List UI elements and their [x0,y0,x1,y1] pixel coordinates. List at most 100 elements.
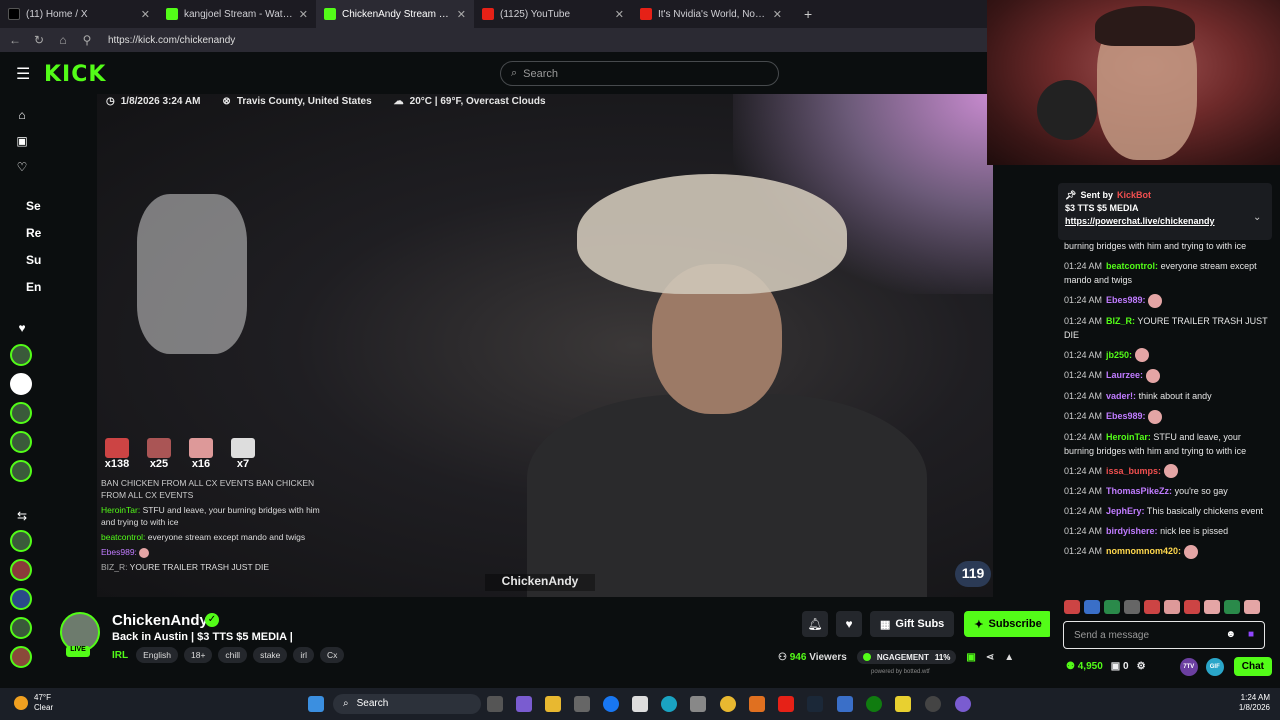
chat-username[interactable]: JephEry: [1106,506,1145,516]
share-icon[interactable]: ⋖ [986,652,994,663]
chat-username[interactable]: nomnomnom420: [1106,546,1181,556]
vlc-icon[interactable] [749,696,765,712]
calculator-icon[interactable] [690,696,706,712]
recent-emote[interactable] [1244,600,1260,614]
reload-icon[interactable]: ↻ [32,33,46,47]
chevron-down-icon[interactable]: ⌄ [1253,212,1261,223]
url-field[interactable]: https://kick.com/chickenandy [108,35,235,46]
chat-input[interactable]: Send a message ☻ ■ [1063,621,1265,649]
chat-username[interactable]: HeroinTar: [1106,432,1151,442]
recommended-channel-avatar[interactable] [10,559,32,581]
chat-username[interactable]: vader!: [1106,391,1136,401]
chat-username[interactable]: issa_bumps: [1106,466,1161,476]
xbox-icon[interactable] [866,696,882,712]
tab-x[interactable]: (11) Home / X ✕ [0,0,158,28]
edge-icon[interactable] [661,696,677,712]
chrome-icon[interactable] [720,696,736,712]
notes-icon[interactable] [895,696,911,712]
followed-channel-avatar[interactable] [10,344,32,366]
recent-emote[interactable] [1084,600,1100,614]
recent-emote[interactable] [1124,600,1140,614]
taskbar-clock[interactable]: 1:24 AM 1/8/2026 [1224,693,1270,713]
task-view-icon[interactable] [487,696,503,712]
recommended-channel-avatar[interactable] [10,646,32,668]
steam-icon[interactable] [807,696,823,712]
sidebar-section-label[interactable]: Re [26,226,41,240]
chat-username[interactable]: Ebes989: [1106,295,1146,305]
kick-logo[interactable]: KICK [44,62,106,87]
recent-emote[interactable] [1224,600,1240,614]
stream-category[interactable]: IRL [112,650,128,661]
facebook-icon[interactable] [603,696,619,712]
sidebar-section-label[interactable]: Su [26,253,41,267]
app-icon[interactable] [837,696,853,712]
hamburger-menu-icon[interactable]: ☰ [16,64,30,84]
followed-channel-avatar[interactable] [10,460,32,482]
app-icon[interactable] [955,696,971,712]
chat-username[interactable]: BIZ_R: [1106,316,1135,326]
emote-picker-icon[interactable]: ■ [1248,629,1254,640]
tag-chip[interactable]: English [136,647,178,663]
emoji-icon[interactable]: ☻ [1225,629,1236,640]
gift-subs-button[interactable]: ▦ Gift Subs [870,611,955,637]
tab-youtube[interactable]: (1125) YouTube ✕ [474,0,632,28]
youtube-icon[interactable] [778,696,794,712]
notification-bell-button[interactable]: 🔔︎ [802,611,828,637]
recommended-channel-avatar[interactable] [10,617,32,639]
pinned-link[interactable]: https://powerchat.live/chickenandy [1065,215,1265,228]
recommended-channel-avatar[interactable] [10,530,32,552]
recent-emote[interactable] [1164,600,1180,614]
close-icon[interactable]: ✕ [141,8,150,21]
following-heart-icon[interactable]: ♥ [14,321,30,335]
chat-settings-gear-icon[interactable]: ⚙ [1137,661,1146,672]
chat-username[interactable]: ThomasPikeZz: [1106,486,1172,496]
tag-chip[interactable]: stake [253,647,288,663]
recent-emote[interactable] [1064,600,1080,614]
chat-username[interactable]: birdyishere: [1106,526,1158,536]
new-tab-button[interactable]: + [790,6,826,22]
follow-heart-button[interactable]: ♥ [836,611,862,637]
chat-username[interactable]: Laurzee: [1106,370,1143,380]
collapse-icon[interactable]: ⇆ [14,509,30,523]
tab-chickenandy[interactable]: ChickenAndy Stream - Watch ✕ [316,0,474,28]
subscribe-button[interactable]: ✦ Subscribe [964,611,1052,637]
chat-send-button[interactable]: Chat [1233,657,1272,676]
chat-username[interactable]: beatcontrol: [1106,261,1158,271]
home-icon[interactable]: ⌂ [56,33,70,47]
recommended-channel-avatar[interactable] [10,588,32,610]
search-input[interactable]: ⌕ Search [500,61,779,86]
chat-username[interactable]: jb250: [1106,350,1132,360]
streamer-name[interactable]: ChickenAndy [112,612,208,629]
home-icon[interactable]: ⌂ [14,108,30,122]
clip-icon[interactable]: ▣ [966,652,975,663]
gif-button[interactable]: GIF [1205,657,1224,676]
site-info-icon[interactable]: ⚲ [80,33,94,47]
recent-emote[interactable] [1204,600,1220,614]
badges[interactable]: ▣ 0 [1111,661,1129,672]
followed-channel-avatar[interactable] [10,431,32,453]
7tv-button[interactable]: 7TV [1179,657,1198,676]
close-icon[interactable]: ✕ [457,8,466,21]
chat-username[interactable]: Ebes989: [1106,411,1146,421]
back-icon[interactable]: ← [8,33,22,47]
close-icon[interactable]: ✕ [773,8,782,21]
file-explorer-icon[interactable] [545,696,561,712]
browse-icon[interactable]: ▣ [14,134,30,148]
followed-channel-avatar[interactable] [10,402,32,424]
windows-start-icon[interactable] [308,696,324,712]
tag-chip[interactable]: irl [293,647,315,663]
taskbar-weather[interactable]: 47°F Clear [14,693,53,713]
tag-chip[interactable]: chill [218,647,248,663]
channel-points[interactable]: ⚉ 4,950 [1066,661,1103,672]
following-heart-icon[interactable]: ♡ [14,160,30,174]
tag-chip[interactable]: 18+ [184,647,213,663]
sidebar-section-label[interactable]: En [26,280,41,294]
followed-channel-avatar[interactable] [10,373,32,395]
close-icon[interactable]: ✕ [615,8,624,21]
tag-chip[interactable]: Cx [320,647,345,663]
recent-emote[interactable] [1184,600,1200,614]
tab-nvidia[interactable]: It's Nvidia's World, Now - YouTube ✕ [632,0,790,28]
copilot-icon[interactable] [516,696,532,712]
store-icon[interactable] [574,696,590,712]
obs-icon[interactable] [925,696,941,712]
